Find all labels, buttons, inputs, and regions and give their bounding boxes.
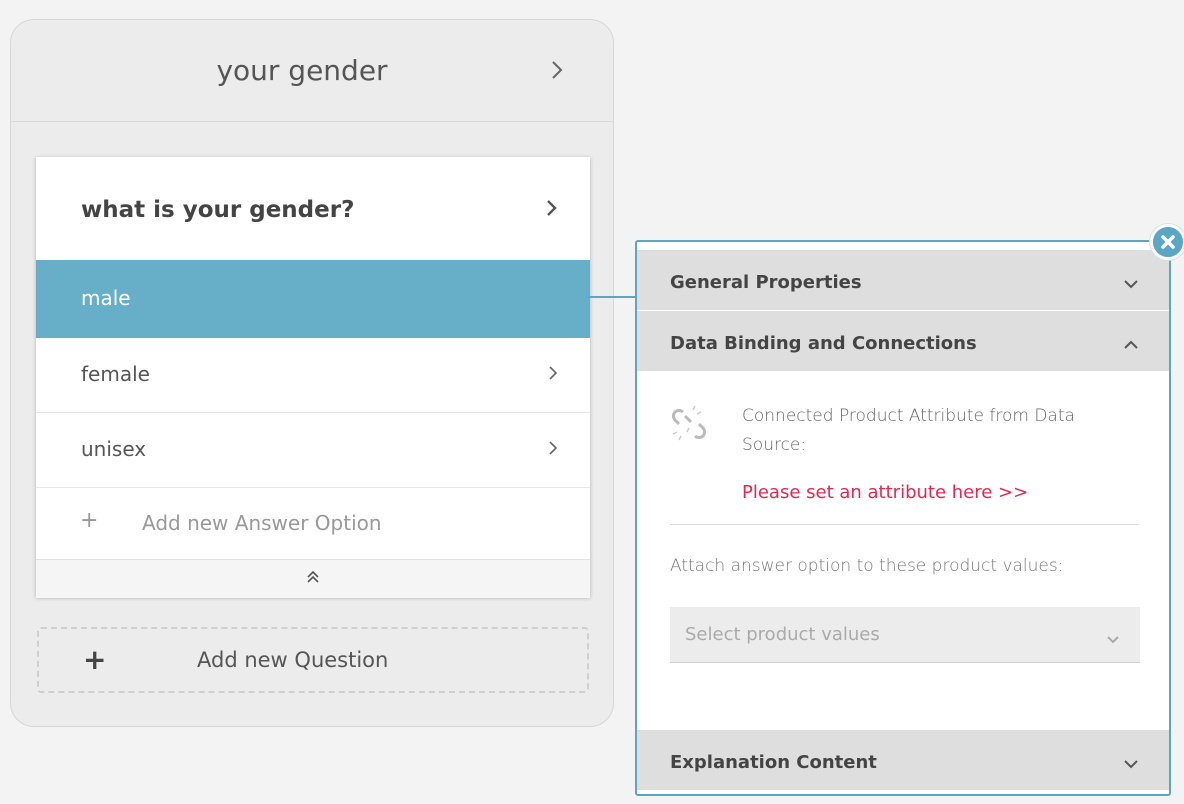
answer-option-female[interactable]: female [36,338,590,413]
close-icon [1161,235,1175,249]
connected-attribute-text: Connected Product Attribute from Data So… [742,406,1075,455]
plus-icon: + [80,508,99,533]
section-data-binding[interactable]: Data Binding and Connections [637,311,1169,371]
question-card: what is your gender? male female unisex … [36,157,590,598]
connector-line [588,296,636,298]
collapse-question-button[interactable] [36,560,590,598]
add-answer-option-button[interactable]: + Add new Answer Option [36,488,590,560]
close-panel-button[interactable] [1150,224,1184,260]
divider [670,524,1139,525]
answer-option-unisex[interactable]: unisex [36,413,590,488]
answer-option-label: female [81,362,150,386]
broken-link-icon [667,402,711,450]
section-label: General Properties [670,272,862,293]
plus-icon: + [83,643,107,676]
properties-panel: General Properties Data Binding and Conn… [635,240,1171,796]
select-placeholder: Select product values [685,624,880,645]
attach-values-label: Attach answer option to these product va… [670,556,1064,576]
chevron-down-icon[interactable] [1123,754,1139,773]
answer-option-label: unisex [81,437,147,461]
section-general-properties[interactable]: General Properties [637,250,1169,310]
step-card: your gender what is your gender? male fe… [10,19,614,727]
section-label: Explanation Content [670,752,877,773]
chevron-down-icon [1106,629,1120,648]
step-title: your gender [216,54,388,87]
chevron-down-icon[interactable] [1123,274,1139,293]
section-explanation-content[interactable]: Explanation Content [637,730,1169,790]
answer-option-label: male [81,286,131,310]
answer-option-male[interactable]: male [36,260,590,338]
add-question-label: Add new Question [197,648,389,672]
chevron-right-icon[interactable] [546,199,558,221]
chevron-right-icon[interactable] [551,60,563,84]
chevron-up-icon[interactable] [1123,335,1139,354]
step-header[interactable]: your gender [11,20,613,122]
add-question-button[interactable]: + Add new Question [37,627,589,693]
section-label: Data Binding and Connections [670,333,977,354]
question-title: what is your gender? [81,197,355,223]
product-values-select[interactable]: Select product values [670,607,1140,663]
add-answer-option-label: Add new Answer Option [142,511,382,535]
set-attribute-link[interactable]: Please set an attribute here >> [742,482,1028,503]
question-header[interactable]: what is your gender? [36,157,590,260]
chevron-right-icon[interactable] [548,365,558,385]
double-chevron-up-icon [306,569,320,589]
chevron-right-icon[interactable] [548,440,558,460]
